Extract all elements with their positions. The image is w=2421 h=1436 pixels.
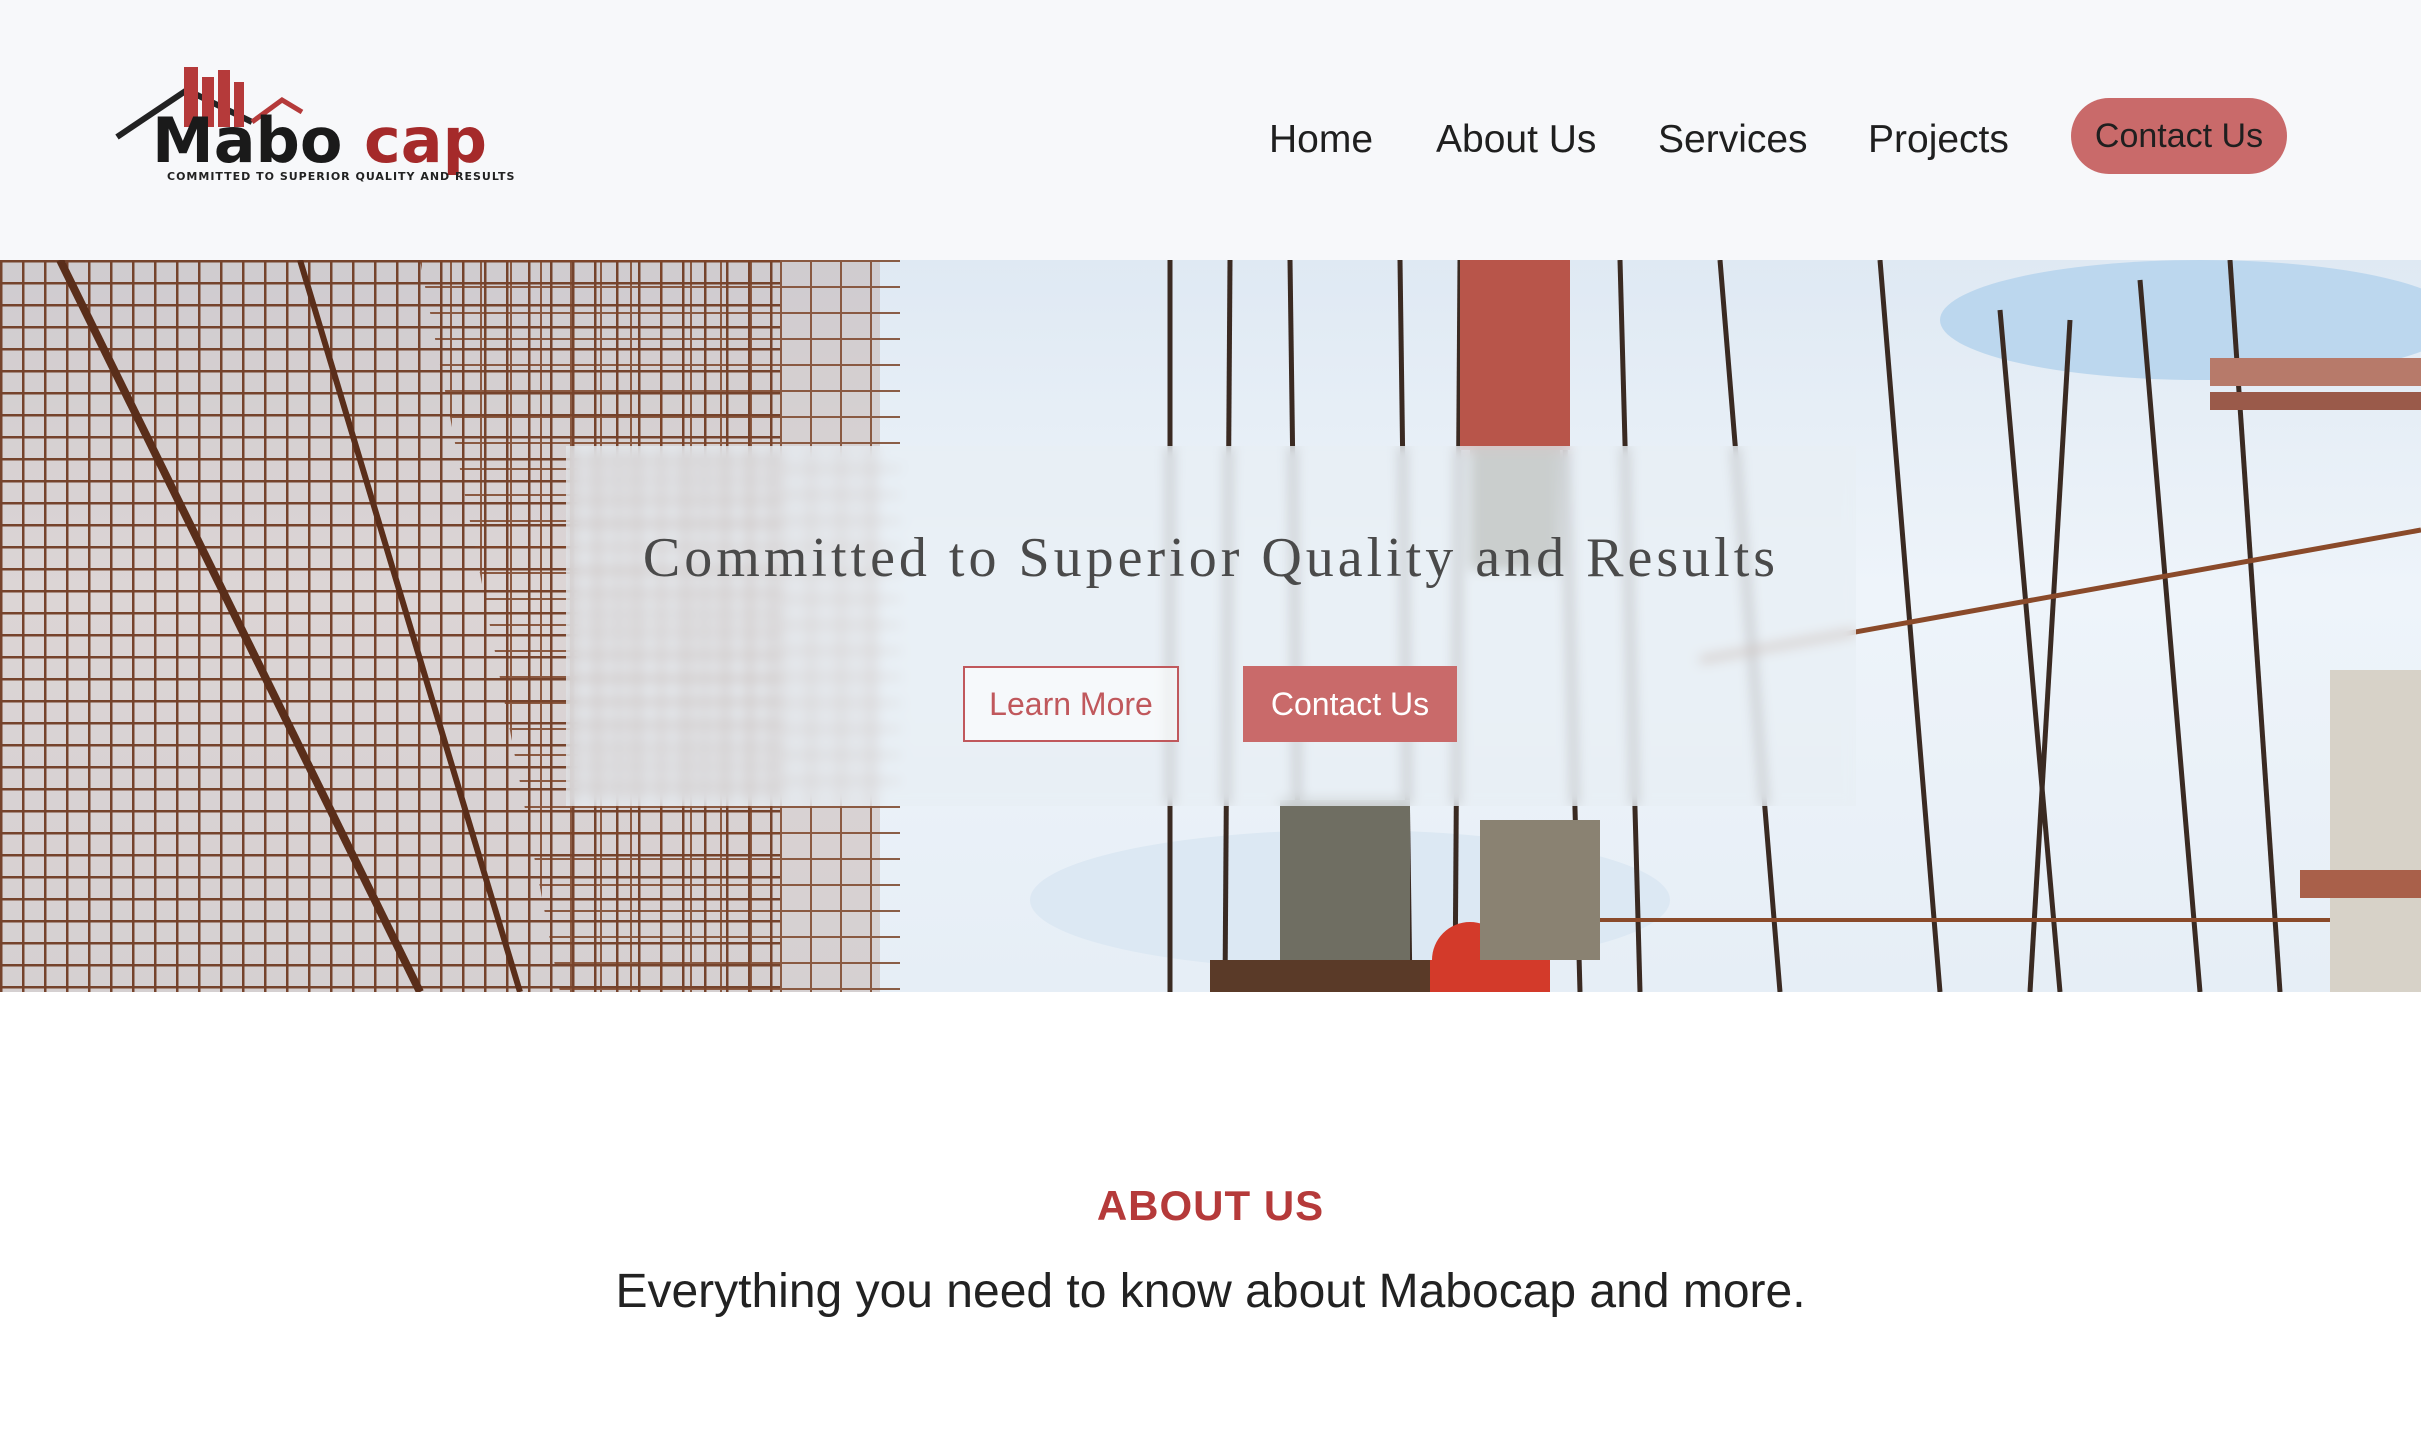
nav-contact-button[interactable]: Contact Us xyxy=(2071,98,2287,174)
hero-overlay-panel: Committed to Superior Quality and Result… xyxy=(566,446,1856,806)
hero-contact-button[interactable]: Contact Us xyxy=(1243,666,1457,742)
nav-home[interactable]: Home xyxy=(1269,118,1373,162)
nav-projects[interactable]: Projects xyxy=(1868,118,2009,162)
nav-about-us[interactable]: About Us xyxy=(1436,118,1596,162)
learn-more-button[interactable]: Learn More xyxy=(963,666,1179,742)
svg-text:Mabo: Mabo xyxy=(152,104,343,177)
about-subheading: Everything you need to know about Maboca… xyxy=(615,1265,1806,1318)
mabocap-logo[interactable]: Mabo cap COMMITTED TO SUPERIOR QUALITY A… xyxy=(112,62,582,187)
svg-text:cap: cap xyxy=(364,104,487,177)
svg-text:COMMITTED TO SUPERIOR QUALITY: COMMITTED TO SUPERIOR QUALITY AND RESULT… xyxy=(167,170,515,183)
nav-services[interactable]: Services xyxy=(1658,118,1808,162)
about-section: ABOUT US Everything you need to know abo… xyxy=(0,992,2421,1436)
hero-banner: Committed to Superior Quality and Result… xyxy=(0,260,2421,992)
about-heading: ABOUT US xyxy=(1096,1182,1325,1229)
site-header: Mabo cap COMMITTED TO SUPERIOR QUALITY A… xyxy=(0,0,2421,260)
hero-title: Committed to Superior Quality and Result… xyxy=(642,527,1780,589)
